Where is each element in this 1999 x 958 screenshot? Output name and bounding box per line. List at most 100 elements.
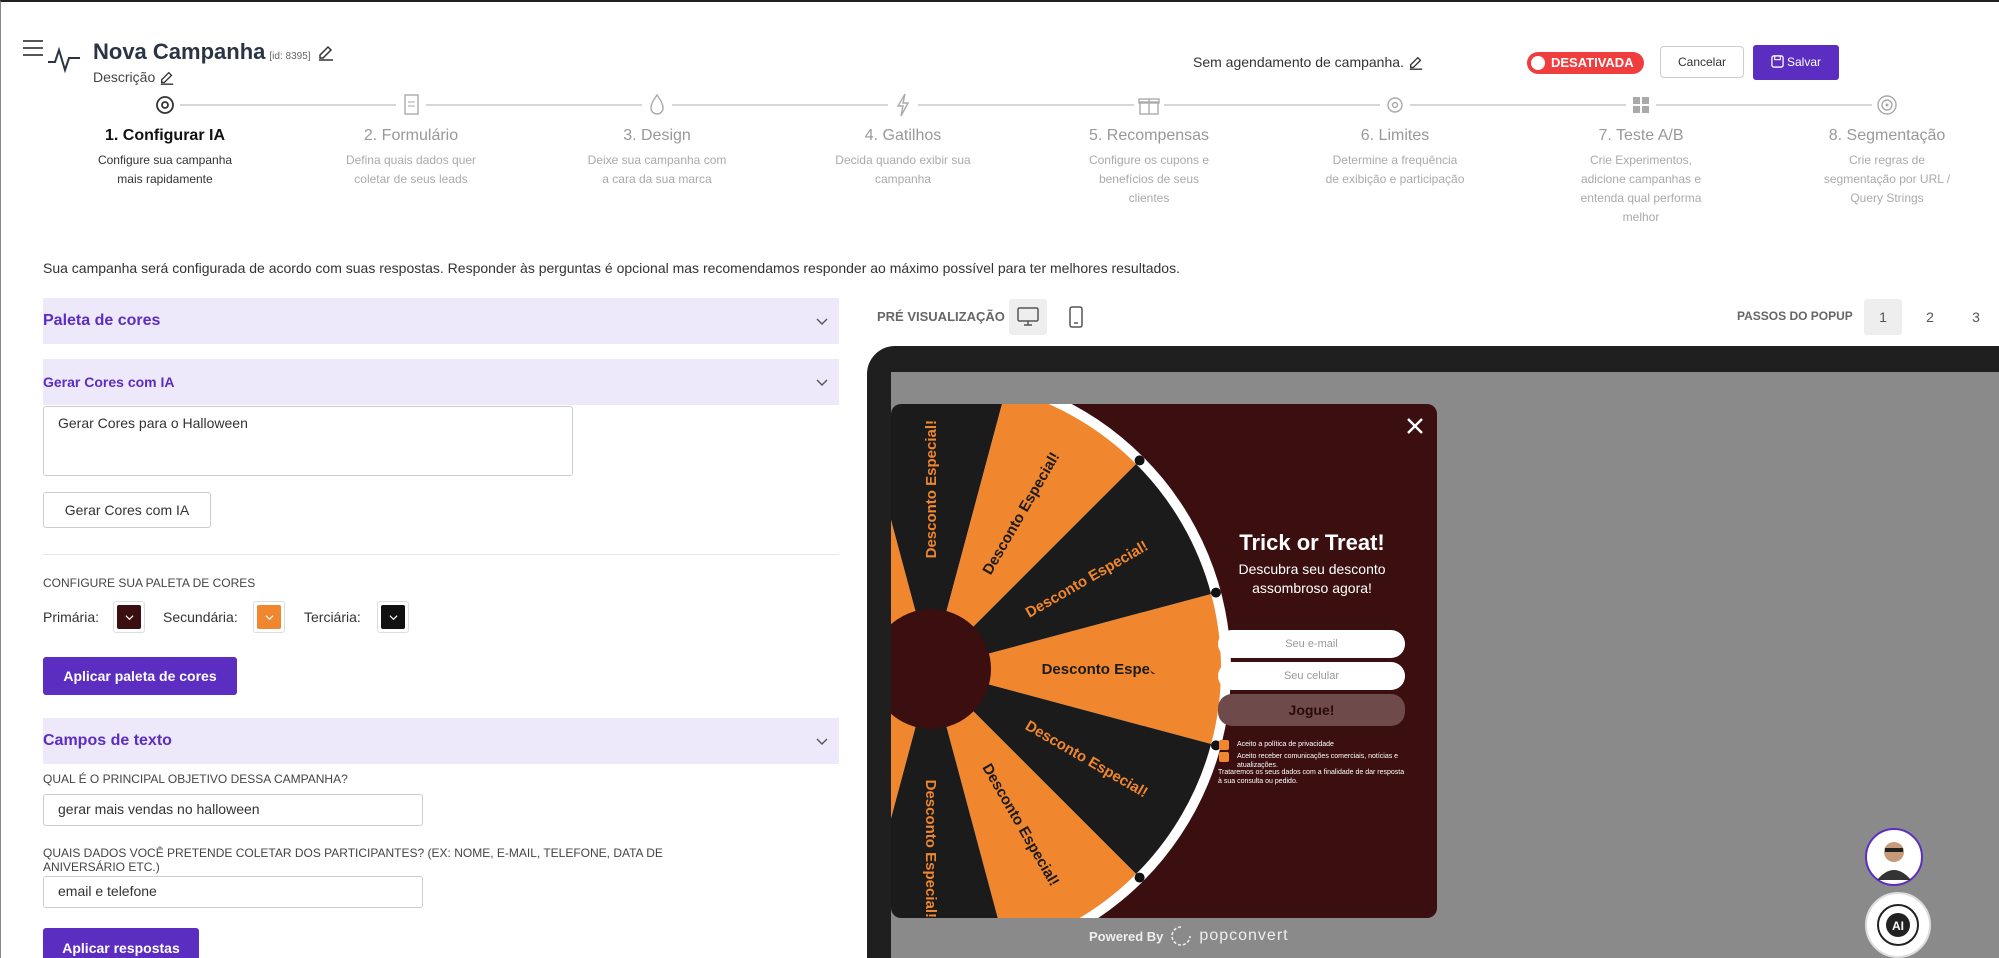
privacy-notice: Trataremos os seus dados com a finalidad… <box>1218 769 1405 785</box>
toggle-knob <box>1531 56 1545 70</box>
section-divider <box>43 554 839 555</box>
monitor-icon <box>1017 307 1039 326</box>
support-avatar[interactable] <box>1865 828 1923 886</box>
grid-icon <box>1626 90 1656 120</box>
edit-description-icon[interactable] <box>159 70 175 86</box>
step-title: 7. Teste A/B <box>1598 127 1684 144</box>
ai-assistant-button[interactable]: AI <box>1865 892 1931 958</box>
ai-prompt-textarea[interactable]: Gerar Cores para o Halloween <box>43 406 573 476</box>
popup-preview: Desconto Especial! Desconto Especial! Desc… <box>891 404 1437 918</box>
step-description: Deixe sua campanha com a cara da sua mar… <box>587 153 727 186</box>
step-title: 3. Design <box>623 127 691 144</box>
powered-by: Powered By popconvert <box>1089 924 1289 948</box>
preview-label: PRÉ VISUALIZAÇÃO <box>877 309 1005 324</box>
wizard-step-7[interactable]: 7. Teste A/B Crie Experimentos, adicione … <box>1561 90 1721 227</box>
wizard-step-2[interactable]: 2. Formulário Defina quais dados quer col… <box>331 90 491 189</box>
popup-phone-input[interactable]: Seu celular <box>1218 662 1405 690</box>
powered-by-label: Powered By <box>1089 928 1164 944</box>
privacy-checkbox-row[interactable]: Aceito a política de privacidade <box>1219 740 1334 750</box>
wizard-step-3[interactable]: 3. Design Deixe sua campanha com a cara d… <box>577 90 737 189</box>
step-description: Configure sua campanha mais rapidamente <box>97 153 233 186</box>
popup-play-button[interactable]: Jogue! <box>1218 694 1405 726</box>
target-icon <box>1872 90 1902 120</box>
tertiary-color-picker[interactable] <box>377 601 409 633</box>
wizard-step-4[interactable]: 4. Gatilhos Decida quando exibir sua camp… <box>823 90 983 189</box>
menu-icon[interactable] <box>23 40 43 56</box>
save-icon <box>1771 55 1784 68</box>
wheel-peg <box>1134 872 1145 883</box>
gift-icon <box>1134 90 1164 120</box>
objective-question-label: QUAL É O PRINCIPAL OBJETIVO DESSA CAMPAN… <box>43 772 348 786</box>
edit-schedule-icon[interactable] <box>1408 55 1424 71</box>
popup-step-3[interactable]: 3 <box>1957 299 1995 335</box>
popup-email-input[interactable]: Seu e-mail <box>1218 630 1405 658</box>
cancel-button[interactable]: Cancelar <box>1660 46 1744 78</box>
close-icon[interactable] <box>1403 414 1427 438</box>
status-text: DESATIVADA <box>1551 55 1634 70</box>
generate-colors-button[interactable]: Gerar Cores com IA <box>43 492 211 528</box>
ai-colors-accordion-label: Gerar Cores com IA <box>43 374 175 390</box>
brand-name: popconvert <box>1199 927 1289 944</box>
step-title: 4. Gatilhos <box>864 127 942 144</box>
wheel-slice-label: Desconto Especial! <box>922 780 939 918</box>
apply-answers-button[interactable]: Aplicar respostas <box>43 928 199 958</box>
popup-subtitle: Descubra seu desconto assombroso agora! <box>1238 561 1386 596</box>
popup-step-2[interactable]: 2 <box>1911 299 1949 335</box>
secondary-color-picker[interactable] <box>253 601 285 633</box>
status-toggle[interactable]: DESATIVADA <box>1527 52 1644 74</box>
step-title: 2. Formulário <box>363 127 459 144</box>
primary-color-picker[interactable] <box>113 601 145 633</box>
ai-colors-accordion[interactable]: Gerar Cores com IA <box>43 359 839 405</box>
wizard-step-6[interactable]: 6. Limites Determine a frequência de exib… <box>1315 90 1475 189</box>
chevron-down-icon <box>124 614 134 620</box>
mobile-view-button[interactable] <box>1057 299 1095 335</box>
step-description: Configure os cupons e benefícios de seus… <box>1088 153 1210 205</box>
description-label: Descrição <box>93 69 156 85</box>
wizard-step-8[interactable]: 8. Segmentação Crie regras de segmentação… <box>1807 90 1967 208</box>
edit-title-icon[interactable] <box>317 44 335 62</box>
step-description: Defina quais dados quer coletar de seus … <box>345 153 477 186</box>
chevron-down-icon <box>816 318 828 325</box>
marketing-checkbox[interactable] <box>1219 752 1229 762</box>
cog-icon <box>1380 90 1410 120</box>
wizard-step-1[interactable]: 1. Configurar IA Configure sua campanha m… <box>85 90 245 189</box>
wheel-peg <box>1134 455 1145 466</box>
secondary-swatch <box>257 605 281 629</box>
step-title: 6. Limites <box>1360 127 1430 144</box>
chevron-down-icon <box>388 614 398 620</box>
tertiary-label: Terciária: <box>304 609 361 625</box>
primary-label: Primária: <box>43 609 100 625</box>
description-link[interactable]: Descrição <box>93 69 175 86</box>
apply-palette-button[interactable]: Aplicar paleta de cores <box>43 657 237 695</box>
ai-brain-icon: AI <box>1877 904 1919 946</box>
data-question-label: QUAIS DADOS VOCÊ PRETENDE COLETAR DOS PA… <box>43 846 663 874</box>
desktop-view-button[interactable] <box>1009 299 1047 335</box>
privacy-checkbox[interactable] <box>1219 740 1229 750</box>
data-input[interactable]: email e telefone <box>43 876 423 908</box>
prize-wheel: Desconto Especial!Desconto Especial!Desc… <box>891 404 1231 918</box>
palette-config-label: CONFIGURE SUA PALETA DE CORES <box>43 576 256 590</box>
save-button[interactable]: Salvar <box>1753 45 1839 80</box>
schedule-info[interactable]: Sem agendamento de campanha. <box>1193 54 1424 71</box>
lightning-icon <box>888 90 918 120</box>
chevron-down-icon <box>816 379 828 386</box>
svg-text:AI: AI <box>1892 919 1904 933</box>
app-frame: Nova Campanha [id: 8395] Descrição Sem ag… <box>0 0 1999 958</box>
objective-input[interactable]: gerar mais vendas no halloween <box>43 794 423 826</box>
save-label: Salvar <box>1786 55 1821 69</box>
text-fields-accordion-label: Campos de texto <box>43 732 172 749</box>
palette-accordion[interactable]: Paleta de cores <box>43 298 839 344</box>
tertiary-swatch <box>381 605 405 629</box>
intro-text: Sua campanha será configurada de acordo … <box>43 260 1180 276</box>
form-icon <box>396 90 426 120</box>
pulse-icon <box>48 46 80 74</box>
popup-step-1[interactable]: 1 <box>1864 299 1902 335</box>
wizard-step-5[interactable]: 5. Recompensas Configure os cupons e bene… <box>1069 90 1229 208</box>
page-title: Nova Campanha [id: 8395] <box>93 39 335 65</box>
gear-icon <box>150 90 180 120</box>
step-description: Crie regras de segmentação por URL / Que… <box>1823 153 1951 205</box>
step-title: 1. Configurar IA <box>104 127 225 144</box>
text-fields-accordion[interactable]: Campos de texto <box>43 718 839 764</box>
privacy-checkbox-label: Aceito a política de privacidade <box>1237 741 1334 748</box>
campaign-id: [id: 8395] <box>269 51 311 62</box>
